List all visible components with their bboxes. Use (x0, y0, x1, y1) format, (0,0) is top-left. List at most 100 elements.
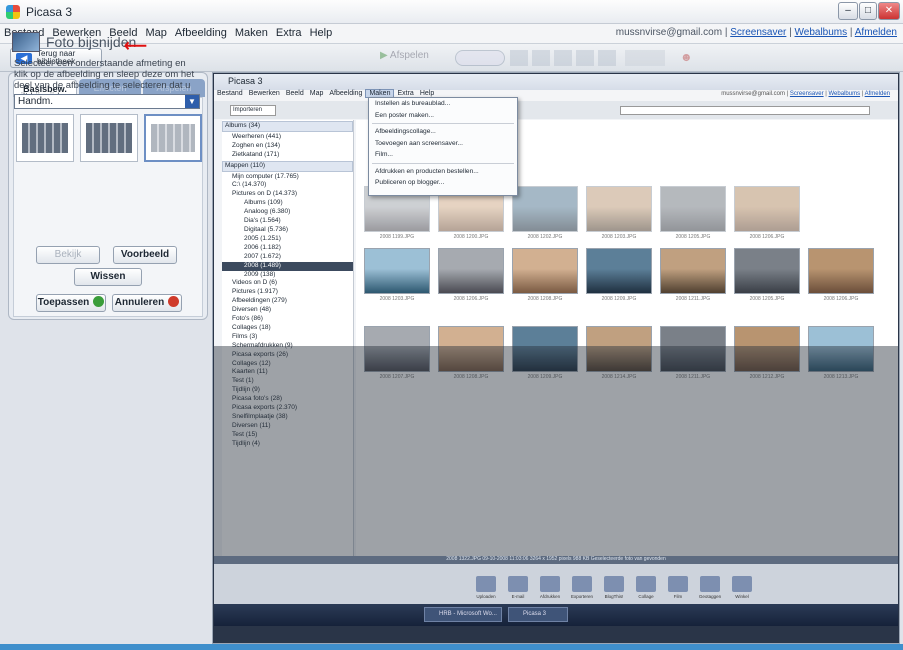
tray-tool-icon (732, 576, 752, 592)
close-button[interactable]: ✕ (878, 2, 900, 20)
tray-tool-icon (572, 576, 592, 592)
cancel-icon (168, 296, 180, 307)
inner-toolbar: Importeren (214, 101, 898, 119)
inner-import-button: Importeren (230, 105, 276, 116)
tree-row: 2006 (1.182) (244, 243, 281, 251)
status-bar (0, 644, 903, 650)
tree-row: Albums (34) (222, 121, 353, 132)
tree-row: Analoog (6.380) (244, 208, 291, 216)
signout-link[interactable]: Afmelden (855, 27, 897, 38)
account-links: mussnvirse@gmail.com | Screensaver | Web… (615, 27, 897, 38)
menu-separator (372, 162, 514, 164)
tree-row: Zietkatand (171) (232, 150, 280, 158)
menu-help[interactable]: Help (306, 24, 337, 39)
rotate-icon[interactable] (455, 50, 505, 66)
maximize-button[interactable]: □ (859, 2, 877, 20)
inner-menu-item: Beeld (285, 90, 304, 97)
crop-preset-1[interactable] (16, 114, 74, 162)
inner-menu-item: Help (419, 90, 435, 97)
tray-tool-icon (700, 576, 720, 592)
zoom-icon[interactable] (625, 50, 665, 66)
chevron-down-icon: ▼ (185, 95, 199, 108)
thumbnail-caption: 2008 1206.JPG (749, 234, 785, 240)
tree-row: Videos on D (6) (232, 279, 278, 287)
tree-row: Diversen (48) (232, 306, 272, 314)
photo-thumbnail (586, 186, 652, 232)
play-button[interactable]: ▶ Afspelen (380, 50, 440, 66)
thumbnail-caption: 2008 1209.JPG (601, 296, 637, 302)
thumbnail-caption: 2008 1203.JPG (379, 296, 415, 302)
crop-size-select[interactable]: Handm. ▼ (14, 94, 200, 109)
taskbar-item: HRB - Microsoft Wo... (424, 607, 502, 622)
maken-menu-item: Instellen als bureaublad... (375, 100, 451, 107)
tree-row: Films (3) (232, 332, 258, 340)
tree-row: Mijn computer (17.765) (232, 172, 299, 180)
maken-menu-item: Publiceren op blogger... (375, 179, 445, 186)
tray-tool-label: E-mail (511, 594, 525, 599)
thumbnail-caption: 2008 1199.JPG (379, 234, 415, 240)
maken-dropdown-menu: Instellen als bureaublad... Een poster ma… (368, 97, 518, 196)
auto-button[interactable]: Bekijk (36, 246, 100, 264)
inner-menu-item: Bestand (217, 90, 243, 97)
tree-row: Weerheren (441) (232, 132, 282, 140)
thumbnail-caption: 2008 1205.JPG (675, 234, 711, 240)
apply-label: Toepassen (37, 297, 90, 308)
crop-icon (12, 32, 40, 52)
maken-menu-item: Afdrukken en producten bestellen... (375, 167, 479, 175)
screensaver-link[interactable]: Screensaver (730, 27, 786, 38)
inner-status-line: 2008 1322.JPG 09-10-2008 11:03:06 3264 x… (214, 556, 898, 564)
minimize-button[interactable]: – (838, 2, 858, 20)
inner-taskbar: HRB - Microsoft Wo... Picasa 3 (214, 604, 898, 626)
thumbnail-caption: 2008 1205.JPG (749, 296, 785, 302)
photo-thumbnail (734, 248, 800, 294)
photo-thumbnail (364, 248, 430, 294)
webalbums-link[interactable]: Webalbums (795, 27, 848, 38)
maken-menu-item: Film... (375, 151, 393, 158)
tree-row: Pictures on D (14.373) (232, 190, 298, 198)
window-title: Picasa 3 (26, 5, 73, 19)
inner-menu-item: Afbeelding (329, 90, 363, 97)
tray-tool-label: Winkel (735, 594, 749, 599)
inner-account-email: mussnvirse@gmail.com (721, 91, 785, 97)
thumbnail-caption: 2008 1206.JPG (453, 296, 489, 302)
tray-tool-label: Exporteren (570, 594, 593, 599)
tray-tool-icon (636, 576, 656, 592)
tray-tool-label: BlogThis! (604, 594, 624, 599)
tree-row: Digitaal (5.736) (244, 225, 289, 233)
tree-row: 2005 (1.251) (244, 234, 281, 242)
preset-thumbnail (151, 124, 195, 152)
menu-afbeelding[interactable]: Afbeelding (171, 24, 231, 39)
thumbnail-caption: 2008 1206.JPG (823, 296, 859, 302)
play-label: Afspelen (389, 50, 429, 61)
thumbnail-caption: 2008 1208.JPG (527, 296, 563, 302)
cancel-label: Annuleren (114, 297, 165, 308)
inner-menu-item: Map (309, 90, 324, 97)
preview-button[interactable]: Voorbeeld (113, 246, 177, 264)
tray-tool-icon (508, 576, 528, 592)
tree-row: Dia's (1.564) (244, 217, 281, 225)
menu-extra[interactable]: Extra (272, 24, 306, 39)
preset-thumbnail (86, 123, 132, 153)
inner-bottom-tray: Uploaden E-mail Afdrukken Exporteren BlogThi… (214, 556, 898, 604)
cancel-button[interactable]: Annuleren (112, 294, 182, 312)
tray-tool-label: Collage (638, 594, 654, 599)
menu-separator (372, 123, 514, 124)
taskbar-item: Picasa 3 (508, 607, 568, 622)
people-icon[interactable]: ☻ (680, 50, 694, 66)
crop-preset-2[interactable] (80, 114, 138, 162)
crop-size-value: Handm. (18, 96, 54, 107)
tray-tool-icon (540, 576, 560, 592)
clear-button[interactable]: Wissen (74, 268, 142, 286)
checkmark-icon (93, 296, 105, 307)
picasa-icon (6, 5, 20, 19)
maken-menu-item: Toevoegen aan screensaver... (375, 139, 463, 147)
preset-thumbnail (22, 123, 68, 153)
menu-maken[interactable]: Maken (231, 24, 272, 39)
tree-row: Zoghen en (134) (232, 141, 281, 149)
apply-button[interactable]: Toepassen (36, 294, 106, 312)
tray-tool-label: Afdrukken (539, 594, 561, 599)
thumbnail-caption: 2008 1211.JPG (675, 296, 711, 302)
tray-tool-icon (476, 576, 496, 592)
view-mode-icons[interactable] (510, 50, 620, 66)
crop-preset-3[interactable] (144, 114, 202, 162)
